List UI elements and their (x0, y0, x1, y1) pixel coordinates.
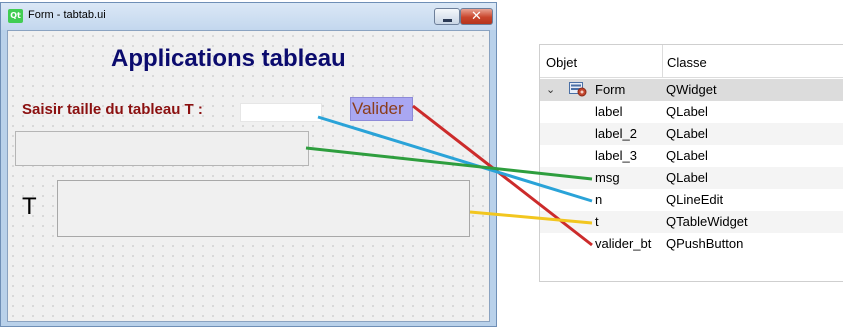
link-t (469, 210, 593, 225)
connection-lines (305, 104, 593, 247)
link-msg (305, 146, 593, 181)
link-n (317, 115, 593, 203)
